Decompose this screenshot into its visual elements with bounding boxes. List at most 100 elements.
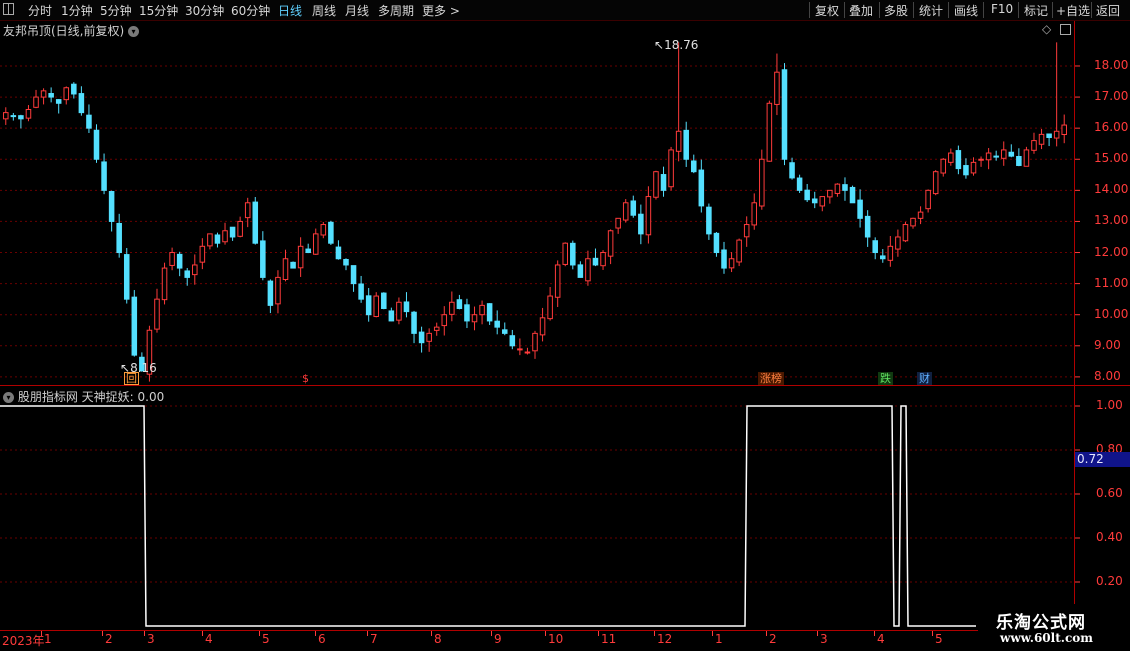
time-axis-label: 9 (494, 632, 502, 646)
watermark: 乐淘公式网 www.60lt.com (978, 604, 1130, 650)
event-tag-return[interactable]: 回 (124, 372, 139, 385)
candle-body (260, 240, 266, 278)
candle-body (970, 161, 977, 174)
candle-body (781, 69, 788, 160)
candle-body (244, 202, 251, 219)
event-tag-finance[interactable]: 财 (917, 372, 932, 385)
candle-body (948, 152, 954, 163)
candle-body (464, 304, 470, 322)
candle-body (71, 83, 77, 95)
candle-body (3, 112, 9, 120)
time-axis-label: 11 (601, 632, 617, 646)
time-axis-tick (491, 631, 492, 636)
candle-body (985, 152, 992, 161)
indicator-lines (0, 405, 1080, 627)
candle-body (1053, 130, 1060, 139)
indicator-axis-label: 1.00 (1096, 398, 1123, 412)
candle-body (955, 150, 962, 170)
candle-body (577, 264, 584, 278)
candle-body (736, 239, 742, 263)
candle-body (1008, 151, 1015, 157)
candle-body (963, 165, 969, 176)
candle-body (570, 242, 576, 266)
candle-body (411, 311, 417, 334)
candle-body (169, 252, 175, 266)
candle-body (532, 332, 538, 352)
candle-body (426, 332, 432, 342)
candle-body (456, 299, 463, 309)
candle-body (154, 298, 160, 330)
candle-body (1000, 149, 1007, 159)
candle-body (517, 348, 523, 351)
event-tag-fall[interactable]: 跌 (878, 372, 893, 385)
candle-body (403, 301, 410, 313)
candle-body (479, 304, 485, 316)
candle-body (895, 236, 901, 250)
candle-body (396, 301, 402, 321)
indicator-title: 股朋指标网 天神捉妖: 0.00 (17, 390, 165, 404)
time-axis-label: 2 (769, 632, 777, 646)
time-axis-tick (545, 631, 546, 636)
candle-body (547, 295, 553, 320)
candle-body (10, 115, 17, 118)
candle-body (449, 301, 455, 315)
candle-body (320, 224, 327, 236)
price-axis-label: 16.00 (1094, 120, 1129, 135)
candle-body (789, 162, 795, 179)
candle-body (222, 230, 228, 243)
candle-body (471, 314, 478, 323)
candle-body (834, 183, 841, 194)
time-axis-label: 5 (262, 632, 270, 646)
candle-body (804, 189, 810, 201)
candle-body (607, 230, 614, 257)
candle-body (184, 270, 190, 278)
candle-body (282, 258, 289, 280)
price-axis-label: 17.00 (1094, 89, 1129, 104)
candle-body (766, 102, 773, 162)
event-tag-dollar[interactable]: $ (300, 372, 311, 385)
event-tag-rise-list[interactable]: 涨榜 (758, 372, 784, 385)
candle-body (645, 196, 652, 236)
indicator-axis-label: 0.40 (1096, 530, 1123, 544)
candle-body (849, 186, 856, 204)
candle-body (123, 254, 130, 300)
candle-body (101, 161, 107, 191)
candle-body (108, 191, 115, 222)
price-axis-label: 18.00 (1094, 57, 1129, 72)
time-axis-tick (874, 631, 875, 636)
axis-border (1074, 21, 1075, 629)
price-axis-label: 11.00 (1094, 275, 1129, 290)
candle-body (774, 71, 780, 105)
candle-body (690, 160, 697, 173)
candle-body (433, 326, 440, 331)
panel-divider (0, 385, 1130, 386)
candle-body (638, 213, 644, 235)
candle-body (214, 234, 221, 244)
candle-body (229, 226, 236, 238)
indicator-title-row: ▾ 股朋指标网 天神捉妖: 0.00 (3, 388, 164, 405)
candle-body (917, 211, 924, 219)
candle-body (932, 171, 939, 195)
price-axis-label: 8.00 (1094, 368, 1121, 383)
candle-body (116, 222, 122, 254)
candle-body (267, 280, 274, 306)
candle-body (940, 158, 947, 174)
candle-body (524, 351, 531, 354)
candle-body (441, 314, 448, 327)
time-axis-label: 3 (820, 632, 828, 646)
candle-body (592, 257, 599, 266)
time-axis-label: 2023年 (2, 634, 45, 648)
candle-body (653, 171, 659, 198)
time-axis-label: 5 (935, 632, 943, 646)
time-axis-label: 4 (877, 632, 885, 646)
candle-body (1046, 133, 1052, 138)
candle-body (275, 276, 281, 305)
candle-body (86, 114, 92, 129)
candle-body (192, 264, 198, 276)
chevron-down-icon[interactable]: ▾ (3, 392, 14, 403)
time-axis-tick (41, 631, 42, 636)
indicator-axis-label: 0.60 (1096, 486, 1123, 500)
price-axis-label: 9.00 (1094, 337, 1121, 352)
candle-body (743, 224, 750, 238)
candle-body (48, 93, 54, 98)
